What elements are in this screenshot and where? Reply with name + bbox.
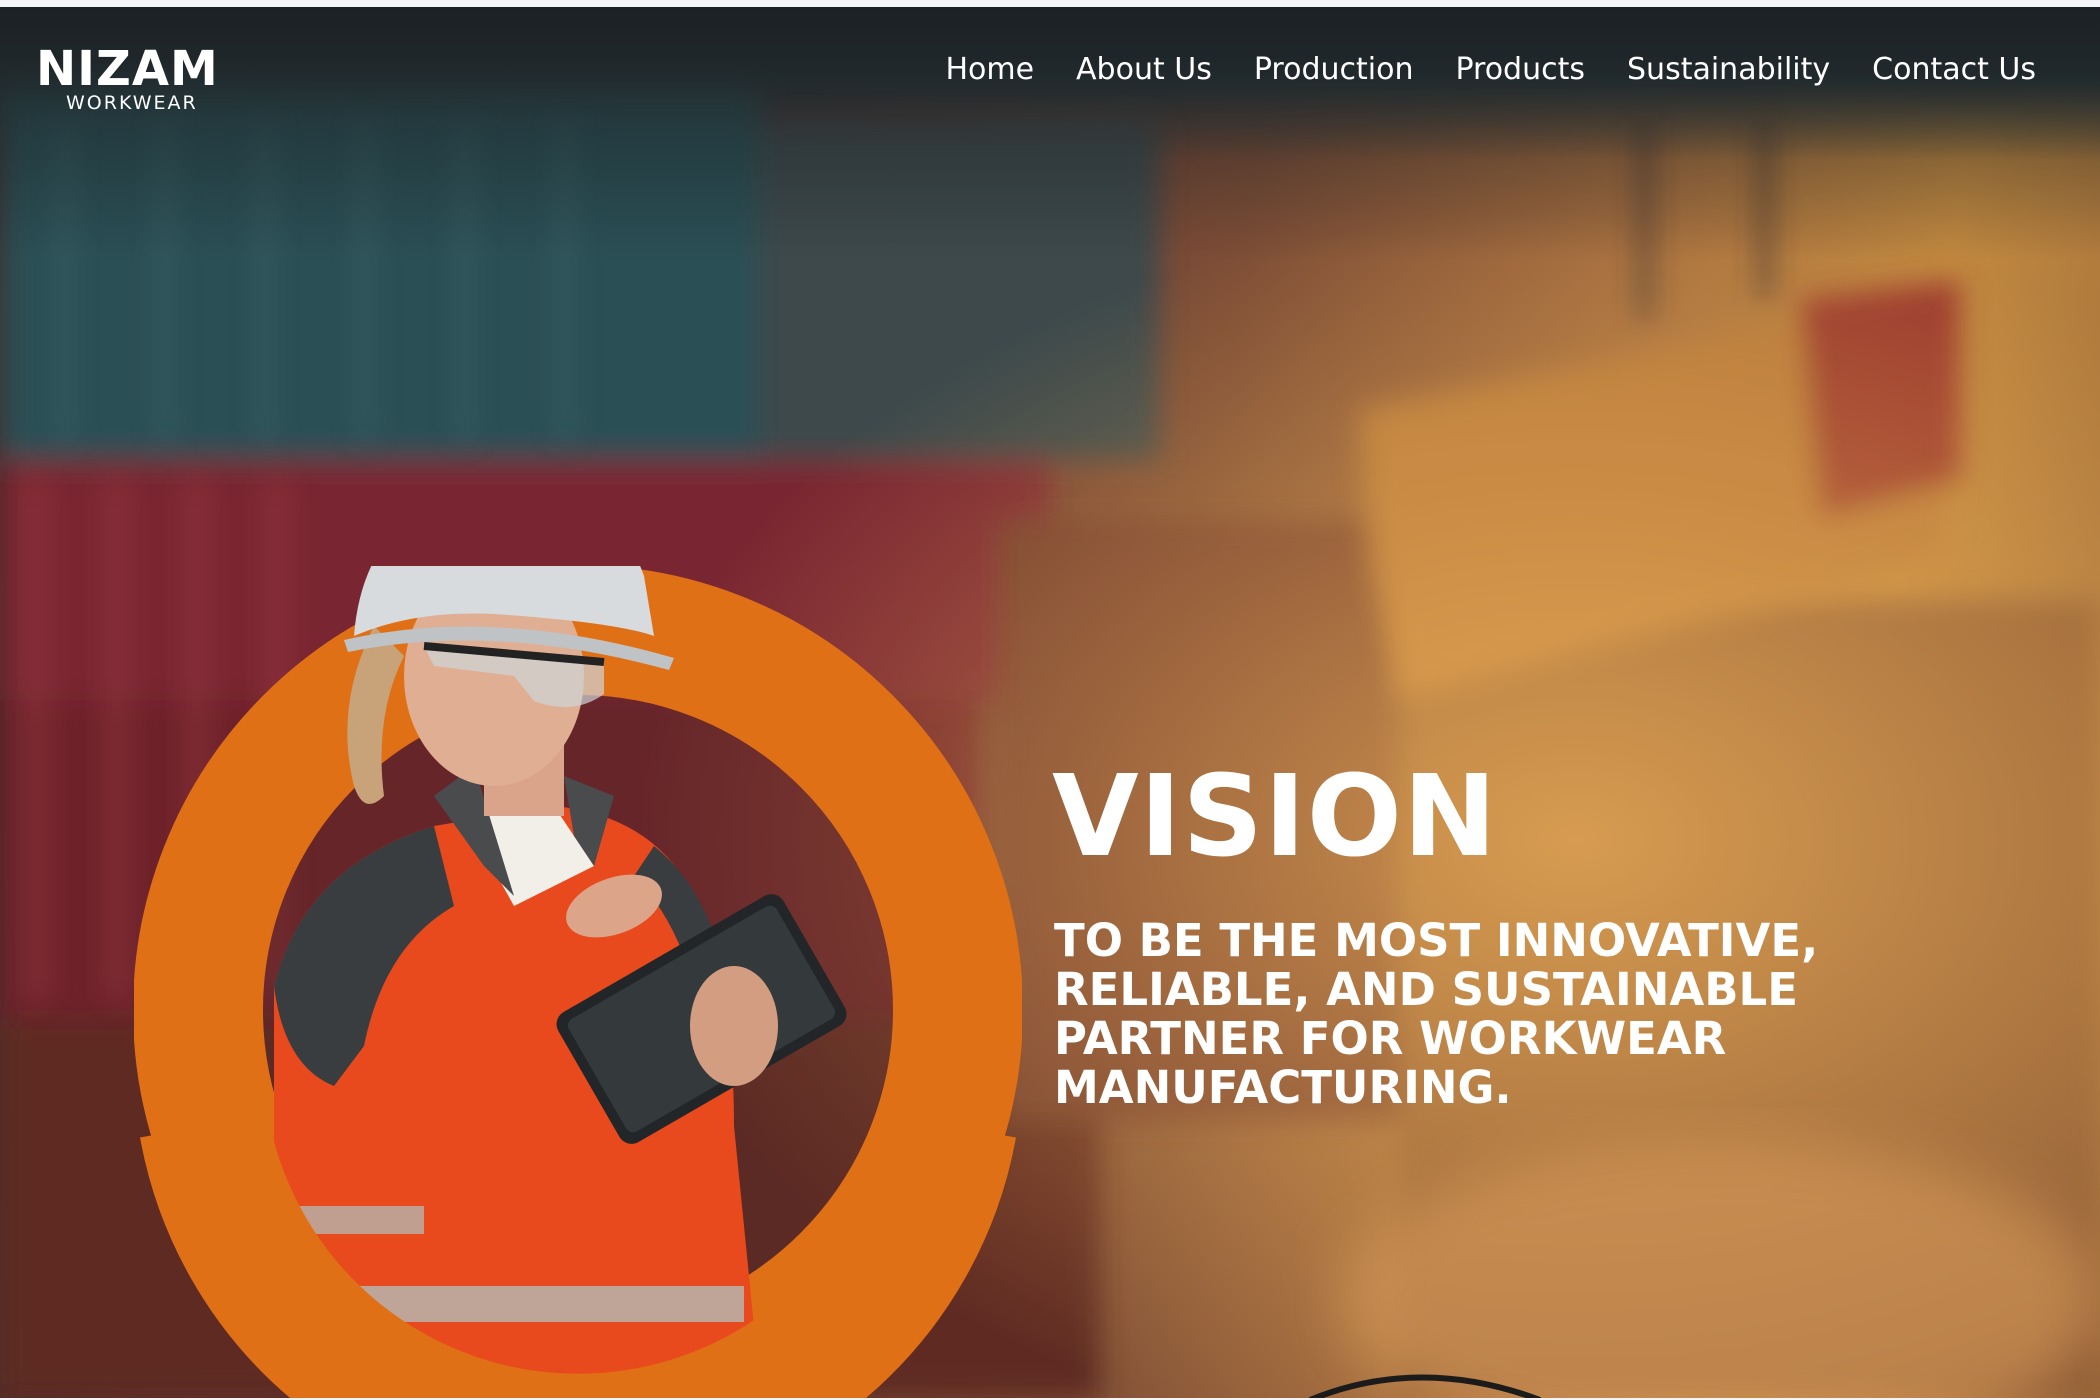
nav-item-sustainability[interactable]: Sustainability [1627,46,1830,94]
brand-tagline: WORKWEAR [66,92,198,114]
hero-statement-line: PARTNER FOR WORKWEAR [1054,1012,1727,1065]
nav-item-production[interactable]: Production [1254,46,1414,94]
main-nav: Home About Us Production Products Sustai… [945,46,2036,94]
hero-title: VISION [1052,752,1498,882]
nav-item-products[interactable]: Products [1455,46,1585,94]
worker-ring-graphic [134,566,1022,1400]
top-edge [0,0,2100,7]
hero-statement-line: MANUFACTURING. [1054,1061,1512,1114]
hero-section: NIZAM WORKWEAR Home About Us Production … [0,0,2100,1400]
nav-item-about-us[interactable]: About Us [1076,46,1212,94]
hero-statement-line: RELIABLE, AND SUSTAINABLE [1054,963,1798,1016]
brand-logo[interactable]: NIZAM WORKWEAR [36,30,236,120]
hero-statement-line: TO BE THE MOST INNOVATIVE, [1054,914,1819,967]
brand-name: NIZAM [36,41,219,97]
nav-item-contact-us[interactable]: Contact Us [1872,46,2036,94]
nav-item-home[interactable]: Home [945,46,1034,94]
hero-statement: TO BE THE MOST INNOVATIVE, RELIABLE, AND… [1054,916,1894,1112]
